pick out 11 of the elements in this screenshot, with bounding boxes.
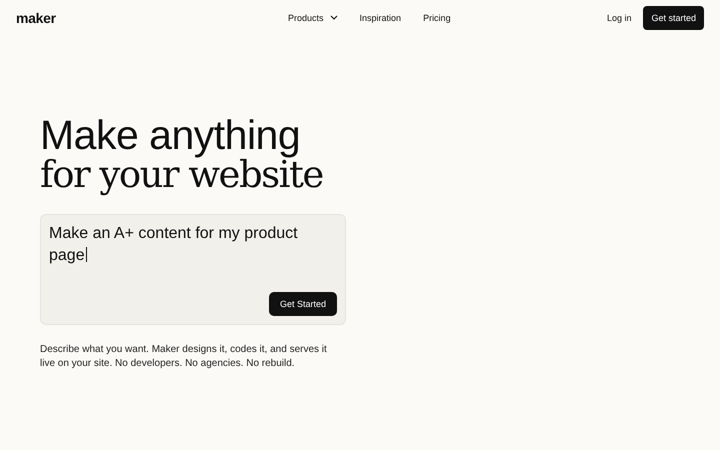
description: Describe what you want. Maker designs it, codes it, and serves it live on your site. No developers. No agencies. No rebuild. <box>40 343 328 371</box>
logo[interactable]: maker <box>16 10 56 26</box>
get-started-button[interactable]: Get Started <box>268 292 337 316</box>
headline: Make anything <box>40 115 302 155</box>
get-started-button[interactable]: Get started <box>643 6 704 30</box>
nav-link[interactable]: Pricing <box>423 12 451 22</box>
chevron-down-icon <box>330 15 338 20</box>
nav-link[interactable]: Products <box>288 12 338 22</box>
prompt-field[interactable]: Make an A+ content for my product page Get Started <box>40 214 346 325</box>
nav-link[interactable]: Inspiration <box>360 12 402 22</box>
login-link[interactable]: Log in <box>606 12 632 22</box>
